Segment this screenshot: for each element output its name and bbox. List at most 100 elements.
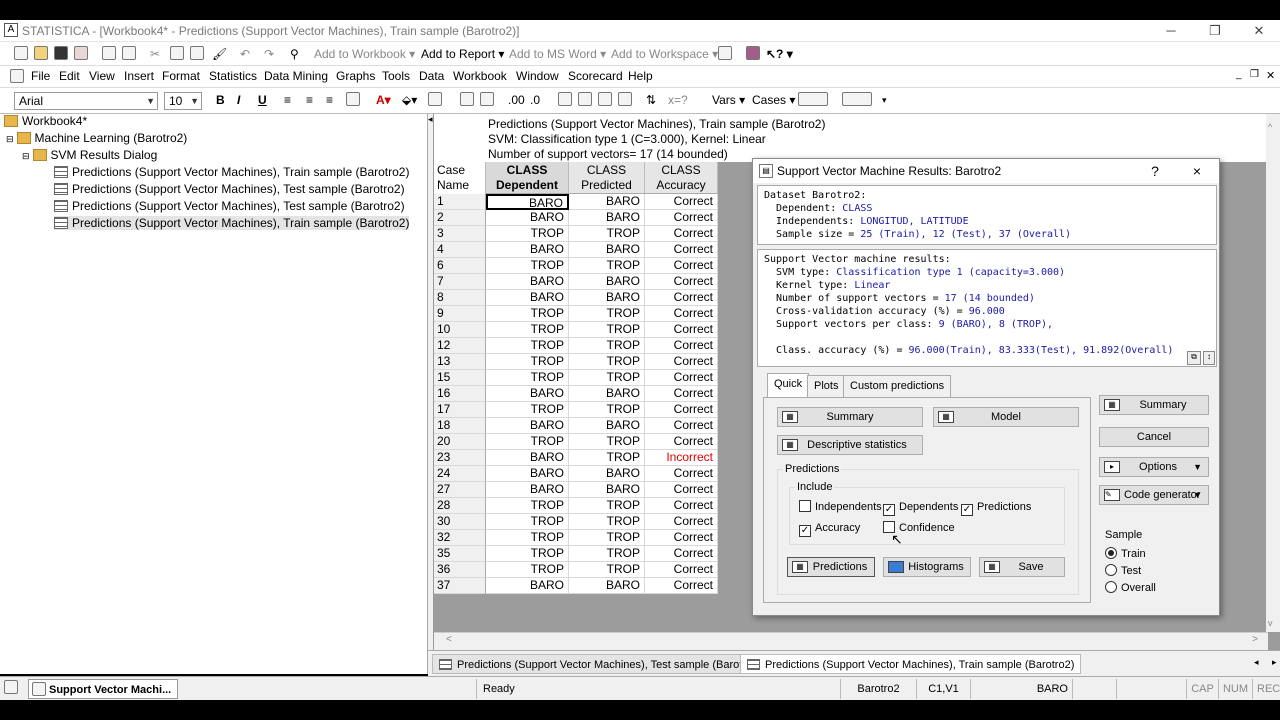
tab-test-sample[interactable]: Predictions (Support Vector Machines), T… xyxy=(432,654,769,674)
table-cell[interactable]: BARO xyxy=(569,242,645,258)
collapse-left-icon[interactable]: ◂ xyxy=(428,114,433,125)
menu-window[interactable]: Window xyxy=(516,69,559,83)
find-icon[interactable]: ⚲ xyxy=(290,45,299,63)
menu-data-mining[interactable]: Data Mining xyxy=(264,69,328,83)
redo-icon[interactable]: ↷ xyxy=(264,45,274,63)
weight-icon[interactable] xyxy=(842,92,872,106)
table-cell[interactable]: BARO xyxy=(569,482,645,498)
select-cases-icon[interactable] xyxy=(798,92,828,106)
table-cell[interactable]: TROP xyxy=(486,258,569,274)
table-cell[interactable]: Correct xyxy=(645,562,718,578)
minimize-icon[interactable]: ─ xyxy=(1160,22,1182,40)
close-icon[interactable]: ✕ xyxy=(1248,22,1270,40)
variable-specs-icon[interactable] xyxy=(558,92,572,106)
print-preview-icon[interactable] xyxy=(122,46,136,60)
align-right-icon[interactable]: ≡ xyxy=(326,91,333,109)
row-case-name[interactable]: 36 xyxy=(434,562,486,578)
row-case-name[interactable]: 15 xyxy=(434,370,486,386)
table-cell[interactable]: TROP xyxy=(486,498,569,514)
col-header-accuracy[interactable]: CLASS Accuracy xyxy=(645,162,718,194)
table-cell[interactable]: TROP xyxy=(569,338,645,354)
row-case-name[interactable]: 16 xyxy=(434,386,486,402)
doc-close-icon[interactable]: ✕ xyxy=(1266,69,1275,82)
row-case-name[interactable]: 1 xyxy=(434,194,486,210)
checkbox-unchecked[interactable] xyxy=(799,500,811,512)
row-case-name[interactable]: 37 xyxy=(434,578,486,594)
expand-pane-icon[interactable]: ↕ xyxy=(1203,351,1215,365)
table-cell[interactable]: BARO xyxy=(486,194,569,210)
table-cell[interactable]: Correct xyxy=(645,546,718,562)
menu-data[interactable]: Data xyxy=(419,69,444,83)
add-vars-icon[interactable] xyxy=(598,92,612,106)
table-cell[interactable]: Correct xyxy=(645,242,718,258)
merge-icon[interactable] xyxy=(346,92,360,106)
tree-root[interactable]: Workbook4* xyxy=(4,114,87,128)
row-case-name[interactable]: 13 xyxy=(434,354,486,370)
table-cell[interactable]: Correct xyxy=(645,498,718,514)
table-cell[interactable]: TROP xyxy=(486,226,569,242)
italic-icon[interactable]: I xyxy=(237,91,240,109)
tab-quick[interactable]: Quick xyxy=(767,373,810,397)
predictions-button[interactable]: ▦ Predictions xyxy=(787,557,875,577)
table-cell[interactable]: TROP xyxy=(569,530,645,546)
row-case-name[interactable]: 10 xyxy=(434,322,486,338)
copy-results-icon[interactable]: ⧉ xyxy=(1187,351,1201,365)
scroll-right-icon[interactable]: > xyxy=(1252,634,1258,645)
table-cell[interactable]: TROP xyxy=(486,370,569,386)
add-to-report-button[interactable]: Add to Report ▾ xyxy=(421,45,504,63)
table-cell[interactable]: BARO xyxy=(486,466,569,482)
vertical-scrollbar[interactable]: ^ v xyxy=(1266,114,1280,632)
close-icon[interactable]: × xyxy=(1183,159,1211,183)
row-case-name[interactable]: 12 xyxy=(434,338,486,354)
options-toolbar-icon[interactable] xyxy=(718,46,732,60)
tree-item[interactable]: Predictions (Support Vector Machines), T… xyxy=(54,165,409,179)
save-button[interactable]: ▦ Save xyxy=(979,557,1065,577)
table-cell[interactable]: TROP xyxy=(569,434,645,450)
table-cell[interactable]: Correct xyxy=(645,210,718,226)
radio-train[interactable]: Train xyxy=(1105,547,1146,561)
table-cell[interactable]: Correct xyxy=(645,354,718,370)
scroll-up-icon[interactable]: ^ xyxy=(1268,122,1272,132)
table-cell[interactable]: Correct xyxy=(645,514,718,530)
table-cell[interactable]: Correct xyxy=(645,482,718,498)
table-cell[interactable]: TROP xyxy=(569,258,645,274)
table-cell[interactable]: TROP xyxy=(569,226,645,242)
table-cell[interactable]: Correct xyxy=(645,578,718,594)
table-cell[interactable]: Correct xyxy=(645,402,718,418)
table-cell[interactable]: Correct xyxy=(645,274,718,290)
table-cell[interactable]: Correct xyxy=(645,290,718,306)
checkbox-accuracy[interactable]: ✓ Accuracy xyxy=(799,521,860,537)
table-cell[interactable]: Correct xyxy=(645,466,718,482)
tab-train-sample[interactable]: Predictions (Support Vector Machines), T… xyxy=(740,654,1082,674)
save-icon[interactable] xyxy=(54,46,68,60)
table-cell[interactable]: Correct xyxy=(645,386,718,402)
table-cell[interactable]: TROP xyxy=(486,306,569,322)
row-case-name[interactable]: 18 xyxy=(434,418,486,434)
statistica-tools-icon[interactable] xyxy=(746,46,760,60)
table-cell[interactable]: Correct xyxy=(645,370,718,386)
menu-view[interactable]: View xyxy=(89,69,115,83)
table-cell[interactable]: TROP xyxy=(486,402,569,418)
radio-overall[interactable]: Overall xyxy=(1105,581,1156,595)
code-generator-button[interactable]: ✎ Code generator ▼ xyxy=(1099,485,1209,505)
table-cell[interactable]: Correct xyxy=(645,434,718,450)
table-cell[interactable]: TROP xyxy=(569,514,645,530)
tree-item-selected[interactable]: Predictions (Support Vector Machines), T… xyxy=(54,216,410,230)
row-case-name[interactable]: 32 xyxy=(434,530,486,546)
right-summary-button[interactable]: ▦ Summary xyxy=(1099,395,1209,415)
open-icon[interactable] xyxy=(34,46,48,60)
column-width-icon[interactable] xyxy=(460,92,474,106)
tree-item[interactable]: Predictions (Support Vector Machines), T… xyxy=(54,199,405,213)
table-cell[interactable]: Correct xyxy=(645,306,718,322)
menu-workbook[interactable]: Workbook xyxy=(453,69,507,83)
row-case-name[interactable]: 4 xyxy=(434,242,486,258)
table-cell[interactable]: TROP xyxy=(486,338,569,354)
align-left-icon[interactable]: ≡ xyxy=(284,91,291,109)
add-to-workbook-button[interactable]: Add to Workbook ▾ xyxy=(314,45,415,63)
menu-format[interactable]: Format xyxy=(162,69,200,83)
row-case-name[interactable]: 17 xyxy=(434,402,486,418)
checkbox-checked[interactable]: ✓ xyxy=(799,525,811,537)
menu-insert[interactable]: Insert xyxy=(124,69,154,83)
row-case-name[interactable]: 2 xyxy=(434,210,486,226)
row-case-name[interactable]: 23 xyxy=(434,450,486,466)
